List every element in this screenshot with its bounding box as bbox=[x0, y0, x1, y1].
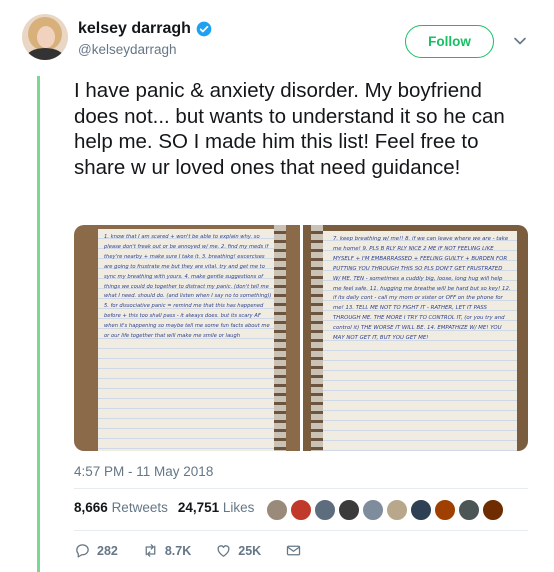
notebook-page-left: 1. know that I am scared + won't be able… bbox=[98, 229, 278, 451]
reply-count: 282 bbox=[97, 543, 118, 558]
tweet-actions: 282 8.7K 25K bbox=[74, 542, 326, 559]
photo-notebook-right[interactable]: 7. keep breathing w/ me!! 8. if we can l… bbox=[303, 225, 528, 451]
tweet-stats: 8,666 Retweets 24,751 Likes bbox=[74, 500, 254, 515]
likes-count: 24,751 bbox=[177, 500, 220, 515]
likes-stat[interactable]: 24,751 Likes bbox=[178, 500, 255, 515]
tweet-photos: 1. know that I am scared + won't be able… bbox=[74, 225, 528, 451]
notebook-page-right: 7. keep breathing w/ me!! 8. if we can l… bbox=[319, 231, 517, 451]
retweets-count: 8,666 bbox=[74, 500, 108, 515]
retweets-label: Retweets bbox=[111, 500, 168, 515]
verified-badge-icon bbox=[196, 21, 212, 37]
follow-button[interactable]: Follow bbox=[405, 25, 494, 58]
tweet-timestamp[interactable]: 4:57 PM - 11 May 2018 bbox=[74, 464, 213, 479]
avatar[interactable] bbox=[22, 14, 68, 60]
tweet-text: I have panic & anxiety disorder. My boyf… bbox=[74, 79, 505, 179]
notebook-binding bbox=[274, 225, 286, 451]
divider bbox=[74, 488, 528, 489]
photo-notebook-left[interactable]: 1. know that I am scared + won't be able… bbox=[74, 225, 300, 451]
handwritten-list-left: 1. know that I am scared + won't be able… bbox=[104, 234, 272, 340]
author-name-row[interactable]: kelsey darragh bbox=[78, 20, 212, 38]
like-count: 25K bbox=[238, 543, 262, 558]
retweet-count: 8.7K bbox=[164, 543, 192, 558]
thread-line bbox=[37, 76, 40, 572]
retweet-icon bbox=[145, 544, 156, 557]
chevron-down-icon[interactable] bbox=[513, 34, 527, 48]
liker-avatar[interactable] bbox=[458, 499, 480, 521]
retweet-button[interactable]: 8.7K bbox=[142, 542, 191, 559]
tweet-header: kelsey darragh @kelseydarragh Follow bbox=[22, 14, 542, 64]
liker-avatars bbox=[266, 499, 504, 521]
liker-avatar[interactable] bbox=[314, 499, 336, 521]
liker-avatar[interactable] bbox=[362, 499, 384, 521]
likes-label: Likes bbox=[222, 500, 255, 515]
notebook-binding bbox=[311, 225, 323, 451]
divider bbox=[74, 530, 528, 531]
envelope-icon bbox=[287, 545, 301, 556]
retweets-stat[interactable]: 8,666 Retweets bbox=[74, 500, 168, 515]
liker-avatar[interactable] bbox=[266, 499, 288, 521]
heart-icon bbox=[217, 545, 230, 557]
liker-avatar[interactable] bbox=[434, 499, 456, 521]
liker-avatar[interactable] bbox=[386, 499, 408, 521]
like-button[interactable]: 25K bbox=[215, 542, 261, 559]
handwritten-list-right: 7. keep breathing w/ me!! 8. if we can l… bbox=[333, 236, 511, 342]
direct-message-button[interactable] bbox=[285, 542, 302, 559]
reply-icon bbox=[76, 544, 89, 558]
reply-button[interactable]: 282 bbox=[74, 542, 118, 559]
liker-avatar[interactable] bbox=[482, 499, 504, 521]
liker-avatar[interactable] bbox=[410, 499, 432, 521]
display-name[interactable]: kelsey darragh bbox=[78, 20, 191, 38]
liker-avatar[interactable] bbox=[290, 499, 312, 521]
user-handle[interactable]: @kelseydarragh bbox=[78, 42, 177, 57]
liker-avatar[interactable] bbox=[338, 499, 360, 521]
